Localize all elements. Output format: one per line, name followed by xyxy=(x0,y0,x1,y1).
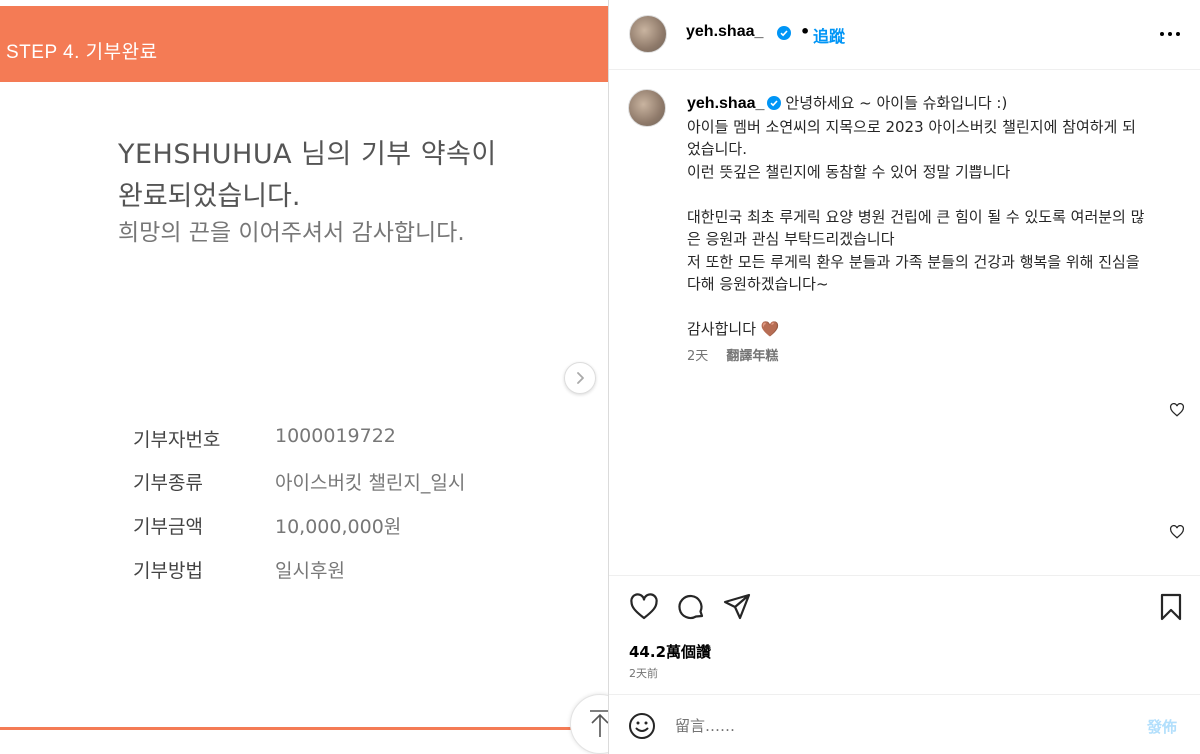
caption-time[interactable]: 2天 xyxy=(687,349,708,364)
comment-input[interactable] xyxy=(675,713,1105,739)
caption-line: 었습니다. xyxy=(687,140,747,158)
heart-icon[interactable] xyxy=(1169,525,1185,539)
caption-text: 안녕하세요 ~ 아이들 슈화입니다 :) xyxy=(785,94,1008,112)
completion-message-line1: YEHSHUHUA 님의 기부 약속이 xyxy=(118,139,497,170)
step-banner: STEP 4. 기부완료 xyxy=(0,6,608,82)
info-label: 기부자번호 xyxy=(133,429,221,451)
share-icon[interactable] xyxy=(722,592,752,622)
separator-dot: • xyxy=(800,22,811,41)
post-image: STEP 4. 기부완료 YEHSHUHUA 님의 기부 약속이 완료되었습니다… xyxy=(0,0,608,754)
next-image-button[interactable] xyxy=(564,362,596,394)
translate-link[interactable]: 翻譯年糕 xyxy=(726,349,778,364)
bookmark-icon[interactable] xyxy=(1156,592,1186,622)
caption-line: 감사합니다 🤎 xyxy=(687,320,780,338)
caption-line: 은 응원과 관심 부탁드리겠습니다 xyxy=(687,230,895,248)
info-value: 1000019722 xyxy=(275,425,396,447)
avatar[interactable] xyxy=(628,89,666,127)
divider xyxy=(0,727,590,730)
post-panel: yeh.shaa_ • 追蹤 yeh.shaa_ 안녕하세요 ~ 아이들 슈화입… xyxy=(608,0,1200,754)
info-label: 기부종류 xyxy=(133,472,203,494)
more-icon[interactable] xyxy=(1157,22,1183,46)
caption: yeh.shaa_ 안녕하세요 ~ 아이들 슈화입니다 :) 아이들 멤버 소연… xyxy=(687,92,1177,341)
arrow-up-icon xyxy=(590,710,608,737)
thanks-message: 희망의 끈을 이어주셔서 감사합니다. xyxy=(118,220,465,246)
comment-icon[interactable] xyxy=(676,592,706,622)
verified-badge-icon xyxy=(767,96,782,110)
avatar[interactable] xyxy=(629,15,667,53)
post-comment-button[interactable]: 發佈 xyxy=(1147,716,1177,737)
header-username[interactable]: yeh.shaa_ xyxy=(686,23,763,41)
caption-line: 이런 뜻깊은 챌린지에 동참할 수 있어 정말 기쁩니다 xyxy=(687,162,1011,181)
info-value: 아이스버킷 챌린지_일시 xyxy=(275,472,466,494)
caption-line: 다해 응원하겠습니다~ xyxy=(687,275,829,293)
likes-count[interactable]: 44.2萬個讚 xyxy=(629,641,711,662)
caption-line: 대한민국 최초 루게릭 요양 병원 건립에 큰 힘이 될 수 있도록 여러분의 … xyxy=(687,207,1145,226)
follow-button[interactable]: 追蹤 xyxy=(813,23,845,47)
caption-username[interactable]: yeh.shaa_ xyxy=(687,95,764,112)
action-bar xyxy=(609,575,1200,645)
emoji-icon[interactable] xyxy=(628,712,656,740)
comment-bar: 發佈 xyxy=(609,694,1200,754)
heart-icon[interactable] xyxy=(1169,403,1185,417)
post-header: yeh.shaa_ • 追蹤 xyxy=(609,0,1200,70)
step-title: STEP 4. 기부완료 xyxy=(6,42,158,63)
info-value: 10,000,000원 xyxy=(275,516,402,538)
chevron-right-icon xyxy=(577,372,584,384)
info-label: 기부방법 xyxy=(133,560,203,582)
info-label: 기부금액 xyxy=(133,516,203,538)
caption-meta: 2天 翻譯年糕 xyxy=(687,345,778,364)
post-date: 2天前 xyxy=(629,667,658,680)
scroll-top-button[interactable] xyxy=(570,694,608,754)
caption-line: 저 또한 모든 루게릭 환우 분들과 가족 분들의 건강과 행복을 위해 진심을 xyxy=(687,252,1140,271)
caption-line: 아이들 멤버 소연씨의 지목으로 2023 아이스버킷 챌린지에 참여하게 되 xyxy=(687,117,1136,136)
info-value: 일시후원 xyxy=(275,560,345,582)
completion-message-line2: 완료되었습니다. xyxy=(118,181,301,212)
heart-icon[interactable] xyxy=(629,592,659,622)
verified-badge-icon xyxy=(777,26,791,40)
